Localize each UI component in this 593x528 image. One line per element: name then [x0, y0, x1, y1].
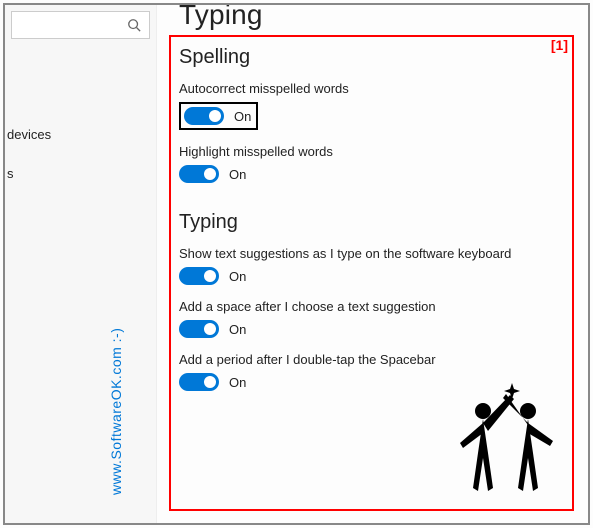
annotation-label: [1]: [551, 37, 568, 53]
sidebar-item-label: s: [7, 166, 14, 181]
setting-label: Show text suggestions as I type on the s…: [179, 246, 572, 261]
section-title-typing: Typing: [179, 211, 572, 234]
toggle-period[interactable]: [179, 373, 219, 391]
toggle-state: On: [229, 375, 246, 390]
setting-autocorrect: Autocorrect misspelled words On: [179, 81, 572, 130]
content: Typing [1] Spelling Autocorrect misspell…: [157, 5, 588, 523]
setting-space: Add a space after I choose a text sugges…: [179, 299, 572, 338]
decorative-figures: [448, 383, 568, 503]
sidebar-item-label: devices: [7, 127, 51, 142]
page-title: Typing: [179, 3, 572, 31]
search-icon: [127, 18, 141, 32]
toggle-highlight[interactable]: [179, 165, 219, 183]
section-title-spelling: Spelling: [179, 46, 572, 69]
setting-suggestions: Show text suggestions as I type on the s…: [179, 246, 572, 285]
setting-label: Add a period after I double-tap the Spac…: [179, 352, 572, 367]
toggle-state: On: [229, 167, 246, 182]
setting-label: Add a space after I choose a text sugges…: [179, 299, 572, 314]
search-box[interactable]: [11, 11, 150, 39]
watermark-text: www.SoftwareOK.com :-): [108, 328, 124, 495]
toggle-state: On: [229, 322, 246, 337]
setting-label: Highlight misspelled words: [179, 144, 572, 159]
sidebar-item-devices[interactable]: devices: [5, 119, 156, 150]
toggle-space[interactable]: [179, 320, 219, 338]
sidebar: devices s: [5, 5, 157, 523]
sidebar-item-1[interactable]: s: [5, 158, 156, 189]
toggle-autocorrect[interactable]: [184, 107, 224, 125]
setting-label: Autocorrect misspelled words: [179, 81, 572, 96]
toggle-suggestions[interactable]: [179, 267, 219, 285]
setting-highlight: Highlight misspelled words On: [179, 144, 572, 183]
toggle-state: On: [229, 269, 246, 284]
callout-box: On: [179, 102, 258, 130]
toggle-state: On: [234, 109, 251, 124]
